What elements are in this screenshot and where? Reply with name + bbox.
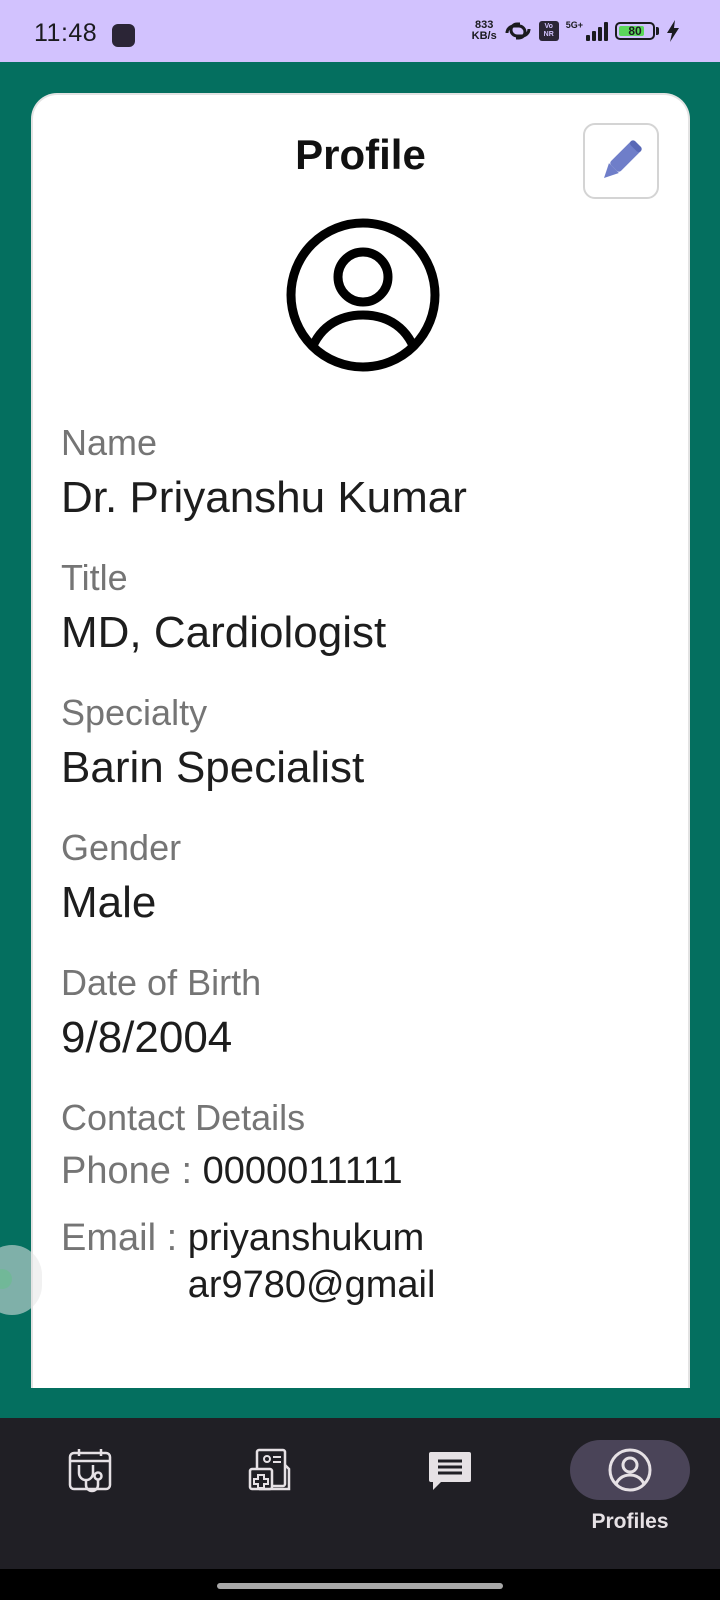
nav-icon-container bbox=[390, 1440, 510, 1500]
volte-icon: Vo NR bbox=[538, 21, 559, 41]
phone-label: Phone : bbox=[61, 1150, 203, 1192]
calendar-stethoscope-icon bbox=[68, 1449, 112, 1493]
network-speed: 833 KB/s bbox=[472, 20, 497, 42]
battery-level: 80 bbox=[628, 24, 642, 38]
account-circle-icon bbox=[608, 1448, 652, 1492]
bottom-navigation: Profiles bbox=[0, 1418, 720, 1569]
signal-bar bbox=[604, 22, 608, 41]
nav-label-profiles: Profiles bbox=[591, 1510, 669, 1533]
nav-item-appointments[interactable] bbox=[0, 1418, 180, 1569]
field-value: Barin Specialist bbox=[61, 743, 365, 792]
field-label: Specialty bbox=[61, 692, 208, 733]
charging-bolt-icon bbox=[667, 20, 679, 42]
field-label: Title bbox=[61, 557, 128, 598]
field-contact-details: Contact Details Phone : 0000011111 Email… bbox=[61, 1098, 668, 1309]
email-label: Email : bbox=[61, 1217, 188, 1259]
contact-phone: Phone : 0000011111 bbox=[61, 1148, 668, 1195]
volte-top-text: Vo bbox=[544, 23, 553, 30]
field-title: Title MD, Cardiologist bbox=[61, 558, 668, 659]
nav-item-records[interactable] bbox=[180, 1418, 360, 1569]
email-value: priyanshukum ar9780@gmail bbox=[188, 1215, 448, 1309]
field-label: Name bbox=[61, 422, 158, 463]
nav-icon-container bbox=[210, 1440, 330, 1500]
side-handle-dot bbox=[0, 1269, 12, 1289]
profile-fields: Name Dr. Priyanshu Kumar Title MD, Cardi… bbox=[61, 423, 668, 1309]
network-speed-unit: KB/s bbox=[471, 30, 497, 42]
chat-icon bbox=[429, 1452, 471, 1490]
status-bar: 11:48 833 KB/s Vo NR 5G+ 80 bbox=[0, 0, 720, 62]
field-label: Gender bbox=[61, 827, 182, 868]
field-value: Male bbox=[61, 878, 157, 927]
nav-icon-container bbox=[30, 1440, 150, 1500]
gesture-navigation-area bbox=[0, 1569, 720, 1600]
signal-bar bbox=[586, 35, 590, 41]
email-value-line: ar9780@gmail bbox=[187, 1264, 436, 1306]
battery-cap bbox=[656, 27, 659, 35]
edit-profile-button[interactable] bbox=[583, 123, 659, 199]
field-gender: Gender Male bbox=[61, 828, 668, 929]
field-specialty: Specialty Barin Specialist bbox=[61, 693, 668, 794]
nav-active-indicator bbox=[570, 1440, 690, 1500]
field-label: Date of Birth bbox=[61, 962, 262, 1003]
email-value-line: priyanshukum bbox=[187, 1217, 425, 1259]
volte-bottom-text: NR bbox=[543, 31, 554, 38]
field-value: Dr. Priyanshu Kumar bbox=[61, 473, 467, 522]
profile-card: Profile Name Dr. Priyanshu Kumar Title M… bbox=[31, 93, 690, 1388]
field-name: Name Dr. Priyanshu Kumar bbox=[61, 423, 668, 524]
contact-email: Email : priyanshukum ar9780@gmail bbox=[61, 1215, 668, 1309]
signal-strength-icon: 5G+ bbox=[566, 21, 608, 41]
pencil-icon bbox=[604, 140, 642, 178]
field-value: MD, Cardiologist bbox=[61, 608, 387, 657]
signal-bar bbox=[598, 27, 602, 41]
battery-icon: 80 bbox=[615, 22, 655, 40]
home-gesture-bar[interactable] bbox=[217, 1583, 503, 1589]
phone-value: 0000011111 bbox=[202, 1150, 403, 1192]
status-time: 11:48 bbox=[34, 19, 98, 47]
signal-bar bbox=[592, 31, 596, 41]
network-type: 5G+ bbox=[565, 20, 583, 30]
medical-records-icon bbox=[248, 1448, 291, 1491]
nav-item-profiles[interactable]: Profiles bbox=[540, 1418, 720, 1569]
contact-heading: Contact Details bbox=[61, 1097, 306, 1138]
nav-item-messages[interactable] bbox=[360, 1418, 540, 1569]
notification-app-icon bbox=[112, 24, 135, 47]
field-value: 9/8/2004 bbox=[61, 1013, 233, 1062]
profile-avatar-icon bbox=[286, 218, 440, 372]
status-indicators: 833 KB/s Vo NR 5G+ 80 bbox=[472, 20, 680, 42]
hotspot-link-icon bbox=[505, 22, 531, 40]
field-date-of-birth: Date of Birth 9/8/2004 bbox=[61, 963, 668, 1064]
